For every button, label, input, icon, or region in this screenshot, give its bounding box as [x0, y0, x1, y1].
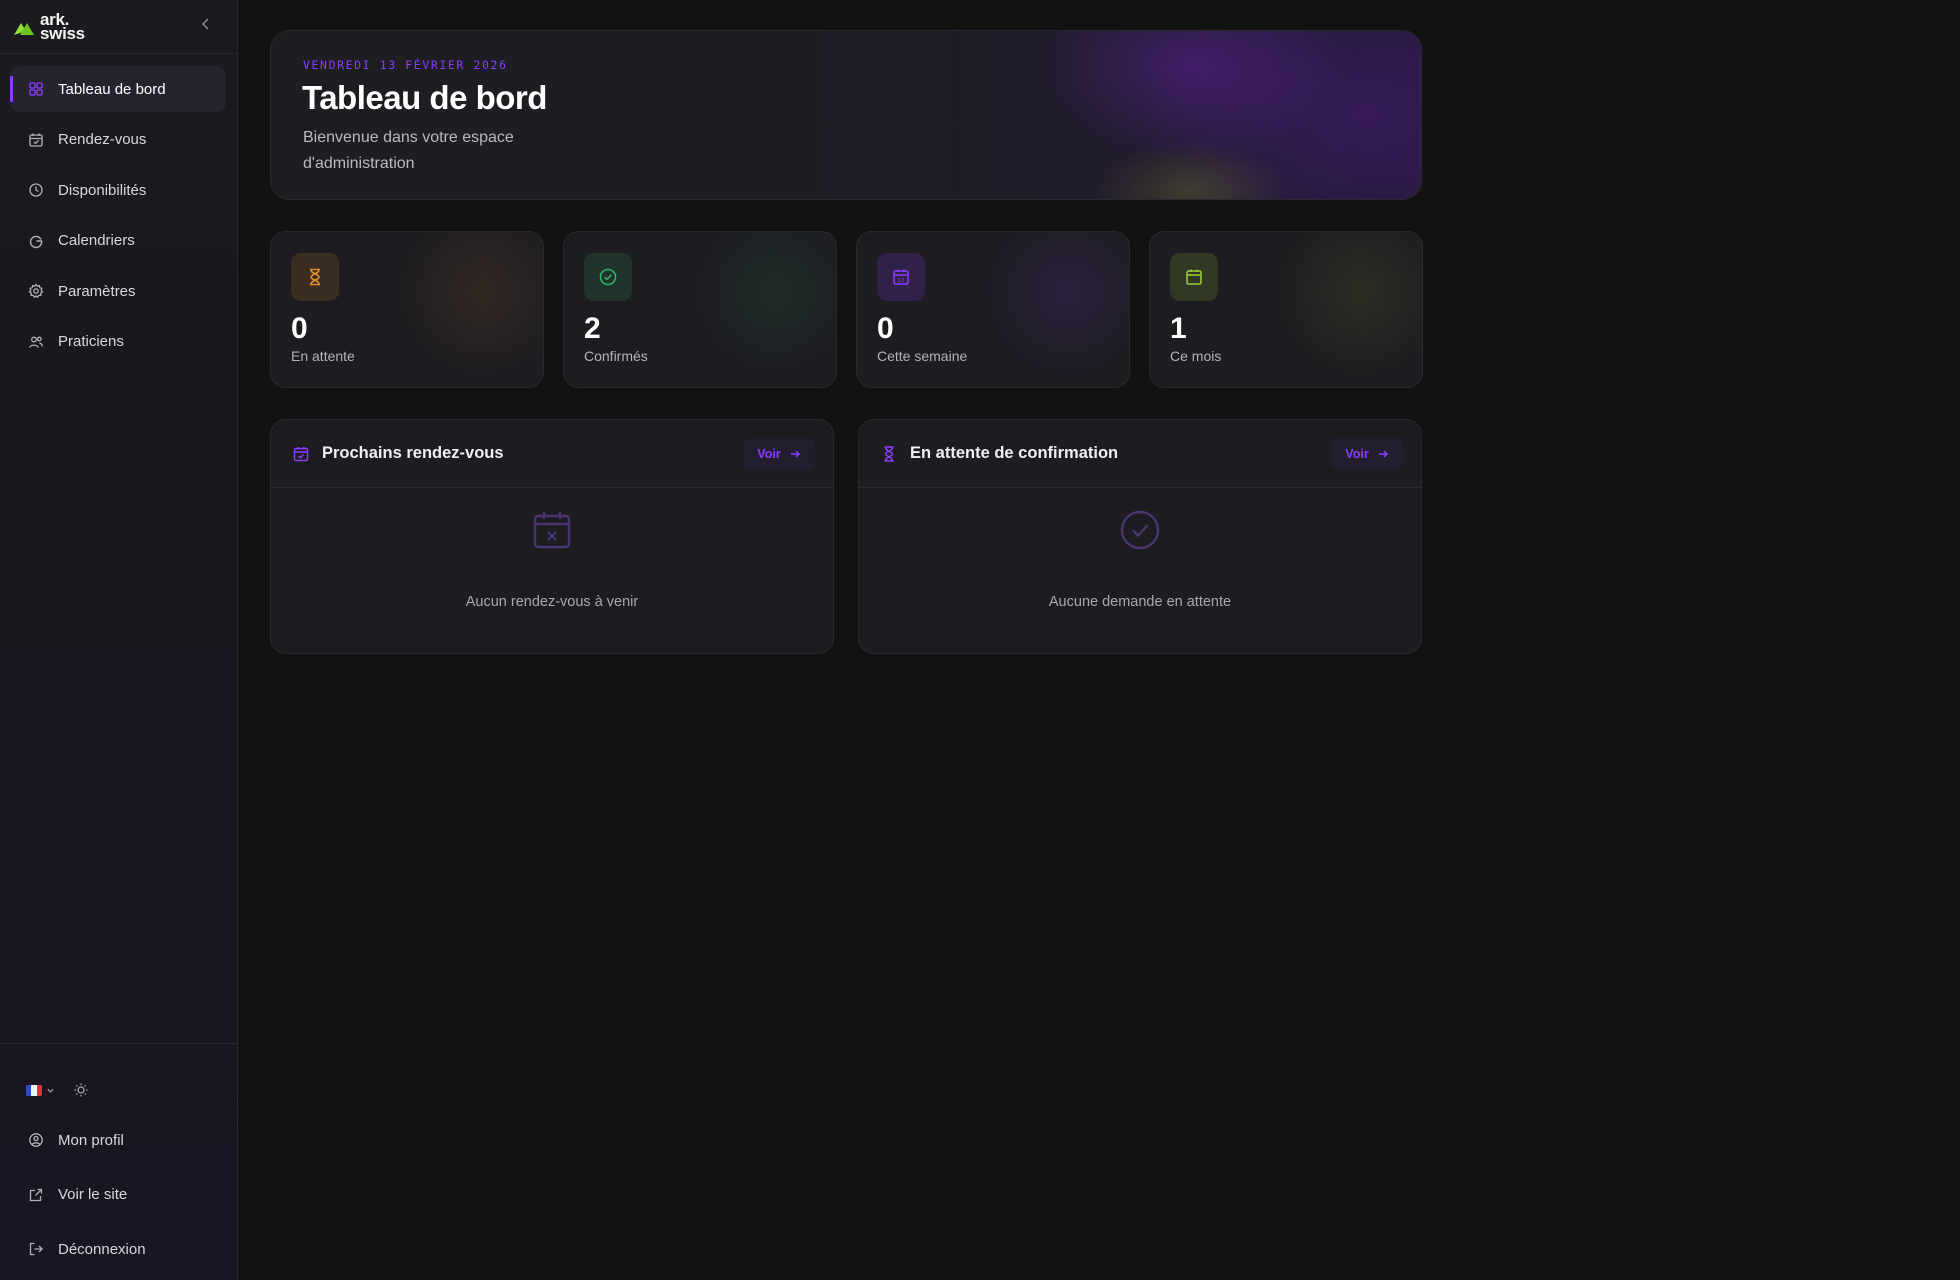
- stat-card-confirmes[interactable]: 2 Confirmés: [563, 231, 837, 388]
- panel-title: Prochains rendez-vous: [322, 444, 504, 462]
- sidebar-nav: Tableau de bord Rendez-vous Disponibilit…: [10, 66, 226, 369]
- grid-icon: [29, 82, 43, 96]
- svg-text:12: 12: [898, 278, 905, 284]
- stat-label: Cette semaine: [877, 348, 968, 364]
- sidebar-item-rendez-vous[interactable]: Rendez-vous: [10, 117, 226, 163]
- sidebar-item-calendriers[interactable]: Calendriers: [10, 218, 226, 264]
- sidebar-item-mon-profil[interactable]: Mon profil: [10, 1117, 226, 1163]
- check-circle-icon: [599, 268, 617, 286]
- brand-line-2: swiss: [40, 24, 85, 43]
- sidebar-item-label: Praticiens: [58, 333, 124, 350]
- users-icon: [29, 336, 44, 348]
- sidebar-item-label: Disponibilités: [58, 181, 147, 199]
- upcoming-appointments-panel: Prochains rendez-vous Voir Aucun rendez-…: [270, 419, 834, 654]
- sidebar-item-label: Rendez-vous: [58, 131, 147, 148]
- chevron-left-icon[interactable]: [198, 16, 214, 32]
- stat-label: En attente: [291, 348, 355, 364]
- sidebar-item-label: Paramètres: [58, 282, 136, 300]
- stat-value: 0: [877, 312, 894, 345]
- gear-icon: [28, 283, 44, 299]
- user-circle-icon: [29, 1133, 43, 1147]
- calendar-week-icon: 12: [893, 269, 909, 285]
- card-glow: [676, 232, 836, 387]
- voir-button-label: Voir: [1345, 447, 1369, 461]
- sidebar-item-parametres[interactable]: Paramètres: [10, 268, 226, 314]
- divider: [0, 1043, 238, 1044]
- sidebar-item-label: Mon profil: [58, 1131, 124, 1149]
- arrow-right-icon: [790, 450, 800, 458]
- stat-icon-box: [291, 253, 339, 301]
- stat-value: 1: [1170, 312, 1187, 345]
- logo-mark-icon: [14, 23, 34, 35]
- voir-button[interactable]: Voir: [743, 438, 815, 470]
- page-subtitle: Bienvenue dans votre espace d'administra…: [303, 129, 514, 172]
- panel-header: En attente de confirmation Voir: [859, 420, 1421, 488]
- voir-button[interactable]: Voir: [1331, 438, 1403, 470]
- hourglass-icon: [884, 446, 894, 462]
- sidebar-tools: [26, 1082, 89, 1098]
- check-circle-icon: [1120, 510, 1160, 550]
- empty-state-text: Aucune demande en attente: [1048, 594, 1232, 610]
- sun-icon[interactable]: [73, 1082, 89, 1098]
- sidebar-bottom-nav: Mon profil Voir le site Déconnexion: [10, 1117, 226, 1280]
- voir-button-label: Voir: [757, 447, 781, 461]
- stat-card-ce-mois[interactable]: 1 Ce mois: [1149, 231, 1423, 388]
- stat-value: 2: [584, 312, 601, 345]
- page-title: Tableau de bord: [302, 79, 547, 116]
- language-select[interactable]: [26, 1084, 55, 1096]
- stat-card-cette-semaine[interactable]: 12 0 Cette semaine: [856, 231, 1130, 388]
- stat-icon-box: [584, 253, 632, 301]
- sidebar-item-label: Voir le site: [58, 1186, 128, 1203]
- panel-title: En attente de confirmation: [910, 444, 1119, 462]
- calendar-icon: [1186, 269, 1202, 285]
- sidebar-item-label: Calendriers: [58, 232, 135, 249]
- brand-logo[interactable]: ark. swiss: [12, 11, 85, 43]
- welcome-banner: VENDREDI 13 FÉVRIER 2026 Tableau de bord…: [270, 30, 1422, 200]
- hourglass-icon: [310, 268, 320, 286]
- arrow-right-icon: [1378, 450, 1388, 458]
- sidebar-item-label: Tableau de bord: [58, 80, 166, 98]
- card-glow: [969, 232, 1129, 387]
- chevron-down-icon: [47, 1088, 54, 1093]
- stat-label: Ce mois: [1170, 348, 1222, 364]
- sidebar-item-label: Déconnexion: [58, 1240, 146, 1258]
- current-date: VENDREDI 13 FÉVRIER 2026: [303, 58, 508, 72]
- calendar-check-icon: [29, 133, 43, 147]
- sidebar-item-praticiens[interactable]: Praticiens: [10, 319, 226, 365]
- divider: [0, 53, 238, 54]
- stat-icon-box: [1170, 253, 1218, 301]
- clock-icon: [29, 183, 43, 197]
- panel-header: Prochains rendez-vous Voir: [271, 420, 833, 488]
- stat-label: Confirmés: [584, 348, 648, 364]
- empty-state-text: Aucun rendez-vous à venir: [465, 594, 639, 610]
- logout-icon: [29, 1242, 43, 1256]
- calendar-x-icon: [533, 512, 571, 549]
- google-icon: [29, 235, 43, 248]
- sidebar-item-deconnexion[interactable]: Déconnexion: [10, 1226, 226, 1272]
- card-glow: [383, 232, 543, 387]
- france-flag-icon: [26, 1084, 42, 1096]
- pending-confirmation-panel: En attente de confirmation Voir Aucune d…: [858, 419, 1422, 654]
- stat-icon-box: 12: [877, 253, 925, 301]
- calendar-check-icon: [293, 447, 309, 462]
- external-link-icon: [29, 1188, 43, 1201]
- sidebar-item-disponibilites[interactable]: Disponibilités: [10, 167, 226, 213]
- sidebar-item-voir-le-site[interactable]: Voir le site: [10, 1172, 226, 1218]
- brand-name: ark. swiss: [40, 11, 85, 43]
- stat-card-en-attente[interactable]: 0 En attente: [270, 231, 544, 388]
- sidebar-item-tableau-de-bord[interactable]: Tableau de bord: [10, 66, 226, 112]
- card-glow: [1262, 232, 1422, 387]
- stat-value: 0: [291, 312, 308, 345]
- sidebar: ark. swiss Tableau de bord Rendez-vous D…: [0, 0, 238, 1280]
